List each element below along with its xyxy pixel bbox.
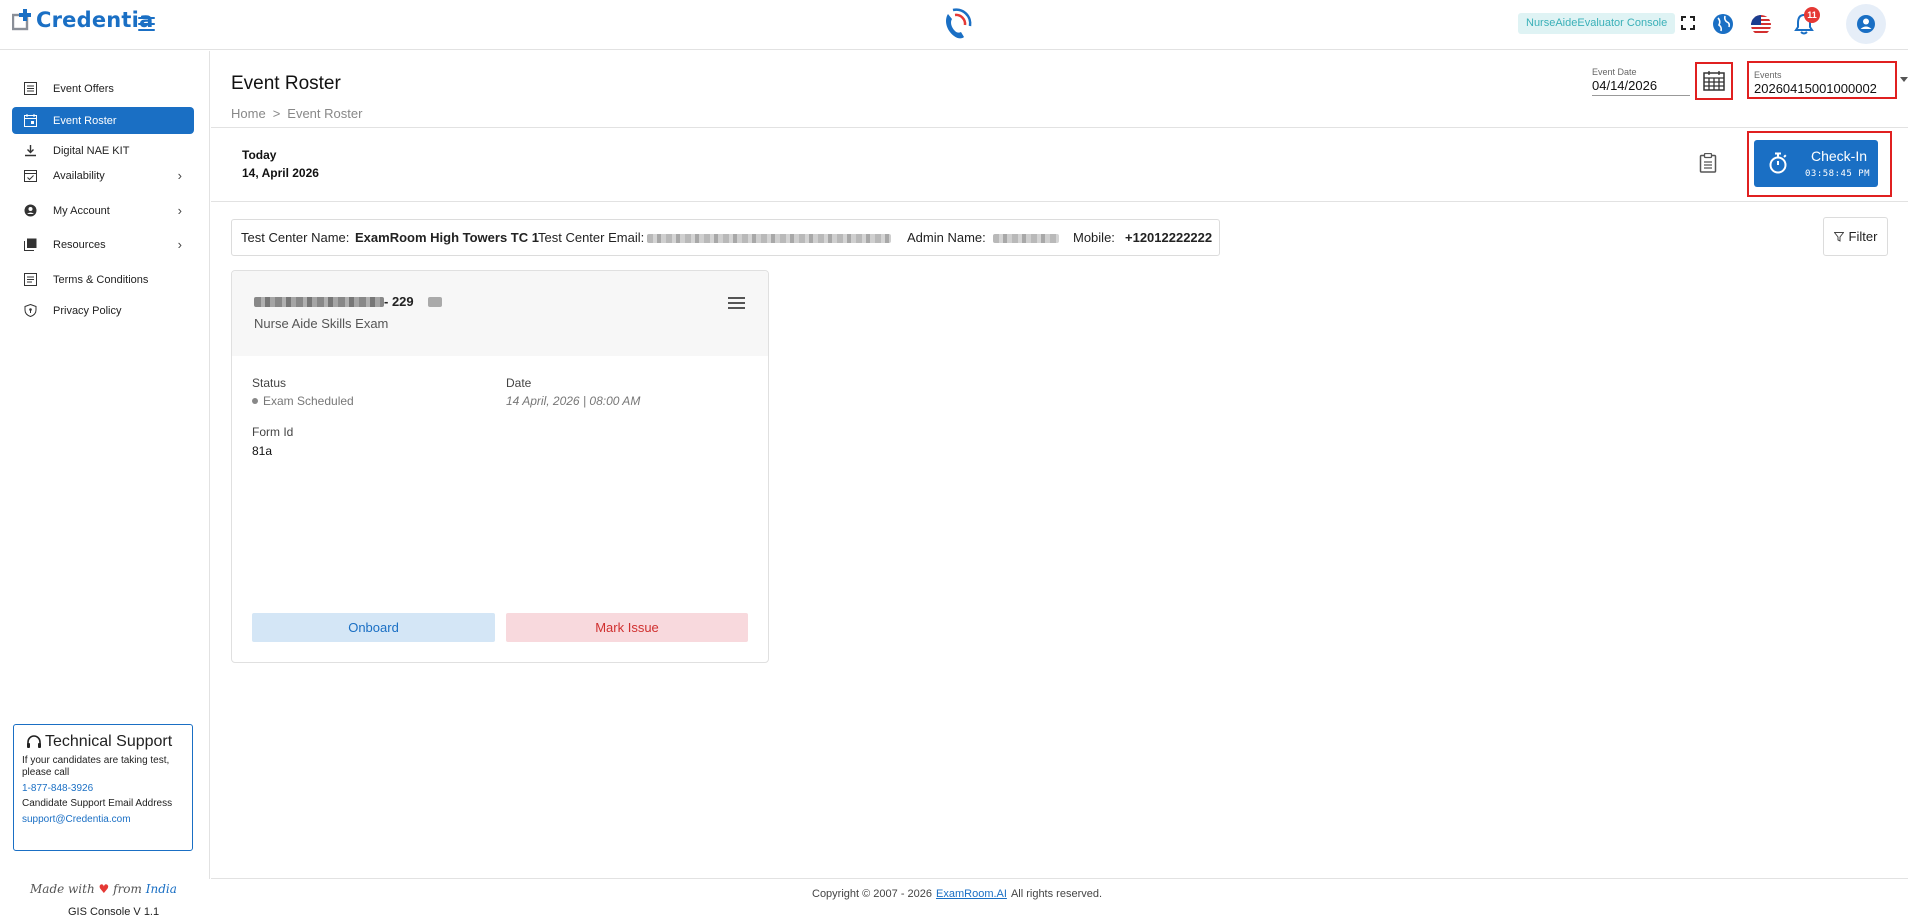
fullscreen-icon[interactable] (1681, 16, 1695, 35)
support-text: If your candidates are taking test, plea… (22, 755, 170, 778)
today-date: 14, April 2026 (242, 166, 319, 180)
candidate-card: - 229 Nurse Aide Skills Exam Status Exam… (231, 270, 769, 663)
sidebar-item-availability[interactable]: Availability › (12, 162, 194, 189)
account-circle-icon (24, 204, 37, 217)
clipboard-icon[interactable] (1699, 152, 1717, 178)
version-label: GIS Console V 1.1 (68, 906, 160, 918)
center-name-label: Test Center Name: (241, 230, 350, 245)
credentia-logo-icon (11, 9, 34, 31)
exam-name: Nurse Aide Skills Exam (254, 316, 389, 331)
footer: Copyright © 2007 - 2026 ExamRoom.AI All ri… (812, 888, 1103, 900)
filter-icon (1833, 231, 1844, 242)
test-center-info-bar: Test Center Name: ExamRoom High Towers T… (231, 219, 1220, 256)
credentia-logo[interactable]: Credentia (11, 8, 154, 32)
onboard-button[interactable]: Onboard (252, 613, 495, 642)
checkin-button[interactable]: Check-In 03:58:45 PM (1754, 140, 1878, 187)
chevron-right-icon: › (177, 168, 182, 183)
checkin-label: Check-In (1811, 148, 1868, 164)
phone-support-icon (940, 6, 974, 47)
us-flag-icon[interactable] (1750, 14, 1772, 41)
calendar-check-icon (24, 170, 37, 182)
download-icon (25, 145, 36, 157)
brand-name: Credentia (36, 8, 154, 32)
page-title: Event Roster (231, 73, 341, 94)
sidebar-item-digital-nae-kit[interactable]: Digital NAE KIT (12, 137, 194, 164)
document-icon (24, 273, 37, 286)
chevron-right-icon: › (177, 237, 182, 252)
redacted-email (647, 234, 891, 243)
status-label: Status (252, 376, 287, 390)
date-label: Date (506, 376, 532, 390)
calendar-icon (24, 114, 37, 127)
card-header: - 229 Nurse Aide Skills Exam (232, 271, 768, 356)
made-with-tagline: Made with ♥ from India (30, 882, 177, 896)
mobile-label: Mobile: (1073, 230, 1115, 245)
globe-icon[interactable] (1712, 13, 1734, 40)
chevron-right-icon: › (177, 203, 182, 218)
sidebar-item-privacy-policy[interactable]: Privacy Policy (12, 297, 194, 324)
status-dot-icon (252, 398, 258, 404)
filter-button[interactable]: Filter (1823, 217, 1888, 256)
account-icon (1857, 15, 1875, 33)
user-avatar[interactable] (1846, 4, 1886, 44)
calendar-grid-icon (1703, 71, 1725, 91)
form-id-value: 81a (252, 444, 273, 458)
mark-issue-button[interactable]: Mark Issue (506, 613, 748, 642)
breadcrumb-home[interactable]: Home (231, 106, 266, 121)
top-header: Credentia NurseAideEvaluator Console 11 (0, 0, 1908, 50)
redacted-candidate-name (254, 297, 384, 307)
date-value: 14 April, 2026 | 08:00 AM (506, 394, 641, 408)
admin-name-label: Admin Name: (907, 230, 986, 245)
sidebar-item-my-account[interactable]: My Account › (12, 197, 194, 224)
technical-support-box: Technical Support If your candidates are… (13, 724, 193, 851)
center-name-value: ExamRoom High Towers TC 1 (355, 230, 539, 245)
event-date-field[interactable]: Event Date 04/14/2026 (1592, 67, 1690, 96)
sidebar-item-event-offers[interactable]: Event Offers (12, 75, 194, 102)
mobile-value: +12012222222 (1125, 230, 1213, 245)
sidebar-item-terms[interactable]: Terms & Conditions (12, 266, 194, 293)
headset-icon (27, 735, 41, 748)
heart-icon: ♥ (98, 882, 110, 896)
support-email-link[interactable]: support@Credentia.com (22, 814, 184, 825)
support-title: Technical Support (45, 733, 173, 750)
date-picker-button[interactable] (1695, 62, 1733, 100)
form-id-label: Form Id (252, 425, 294, 439)
card-menu-icon[interactable] (728, 297, 745, 309)
menu-toggle-icon[interactable] (138, 17, 155, 31)
breadcrumb: Home > Event Roster (231, 106, 363, 121)
library-icon (24, 238, 37, 251)
events-select[interactable]: Events 20260415001000002 (1747, 61, 1897, 99)
sidebar: Event Offers Event Roster Digital NAE KI… (0, 51, 210, 918)
divider (211, 127, 1908, 128)
status-value: Exam Scheduled (252, 394, 354, 408)
list-icon (24, 82, 37, 95)
candidate-id: - 229 (384, 294, 414, 309)
redacted-admin-name (993, 234, 1059, 243)
dropdown-caret-icon[interactable] (1900, 77, 1908, 82)
support-phone-link[interactable]: 1-877-848-3926 (22, 783, 184, 794)
stopwatch-icon (1769, 152, 1787, 174)
examroom-link[interactable]: ExamRoom.AI (936, 888, 1007, 900)
console-badge[interactable]: NurseAideEvaluator Console (1518, 13, 1676, 34)
today-label: Today (242, 148, 277, 162)
divider (211, 201, 1908, 202)
checkin-time: 03:58:45 PM (1805, 169, 1871, 179)
shield-icon (24, 304, 37, 317)
redacted-id-suffix (428, 297, 442, 307)
notification-count-badge: 11 (1804, 7, 1820, 23)
center-email-label: Test Center Email: (538, 230, 645, 245)
footer-divider (211, 878, 1908, 879)
sidebar-item-resources[interactable]: Resources › (12, 231, 194, 258)
support-email-label: Candidate Support Email Address (22, 798, 173, 809)
breadcrumb-current: Event Roster (287, 106, 363, 121)
sidebar-item-event-roster[interactable]: Event Roster (12, 107, 194, 134)
